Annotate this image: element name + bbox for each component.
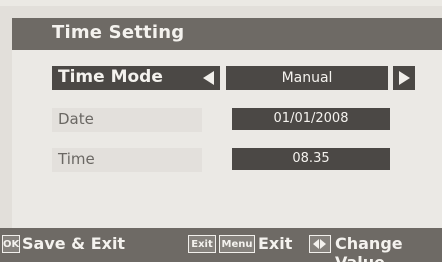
left-small-arrow-icon	[313, 239, 319, 249]
left-right-icon[interactable]	[309, 235, 331, 253]
exit-key-icon[interactable]: Exit	[188, 235, 216, 253]
top-border	[0, 0, 442, 6]
exit-hint: Exit	[258, 234, 293, 253]
time-value[interactable]: 08.35	[232, 148, 390, 170]
date-label[interactable]: Date	[52, 108, 202, 132]
page-title: Time Setting	[52, 22, 185, 43]
time-mode-value[interactable]: Manual	[226, 66, 388, 90]
screen: Time Setting Time Mode Manual Date 01/01…	[0, 0, 442, 262]
date-value[interactable]: 01/01/2008	[232, 108, 390, 130]
time-label[interactable]: Time	[52, 148, 202, 172]
right-small-arrow-icon	[320, 239, 326, 249]
time-mode-next-button[interactable]	[393, 66, 415, 90]
time-mode-prev-button[interactable]	[198, 66, 220, 90]
menu-key-icon[interactable]: Menu	[219, 235, 255, 253]
settings-panel: Time Mode Manual Date 01/01/2008 Time 08…	[12, 50, 442, 228]
title-bar: Time Setting	[12, 18, 442, 50]
change-value-hint: Change Value	[335, 234, 403, 262]
time-mode-label[interactable]: Time Mode	[52, 66, 202, 90]
left-arrow-icon	[203, 71, 214, 85]
save-exit-hint: Save & Exit	[22, 234, 126, 253]
footer-bar: OK Save & Exit Exit Menu Exit Change Val…	[0, 228, 442, 262]
ok-key-icon[interactable]: OK	[2, 235, 20, 253]
right-arrow-icon	[399, 71, 410, 85]
